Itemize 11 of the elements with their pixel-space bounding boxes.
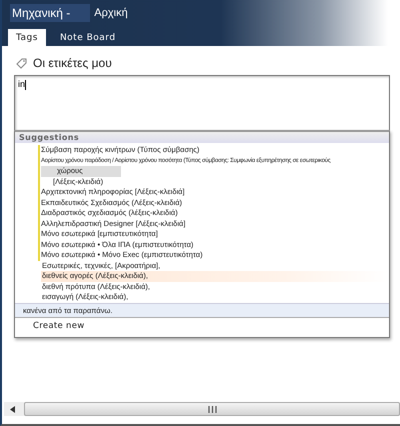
scroll-left-icon[interactable] — [10, 406, 16, 412]
grip-icon — [208, 406, 216, 412]
site-title: Μηχανική - — [10, 4, 90, 22]
section-heading: Οι ετικέτες μου — [33, 56, 112, 70]
tag-icon — [16, 58, 27, 68]
tab[interactable]: Note Board — [52, 29, 124, 46]
suggestions-header: Suggestions — [15, 132, 389, 143]
home-link[interactable]: Αρχική — [94, 7, 128, 19]
tab[interactable]: Tags — [8, 29, 46, 46]
create-new-link[interactable]: Create new — [15, 316, 389, 336]
tag-input-field[interactable]: in — [14, 75, 390, 130]
